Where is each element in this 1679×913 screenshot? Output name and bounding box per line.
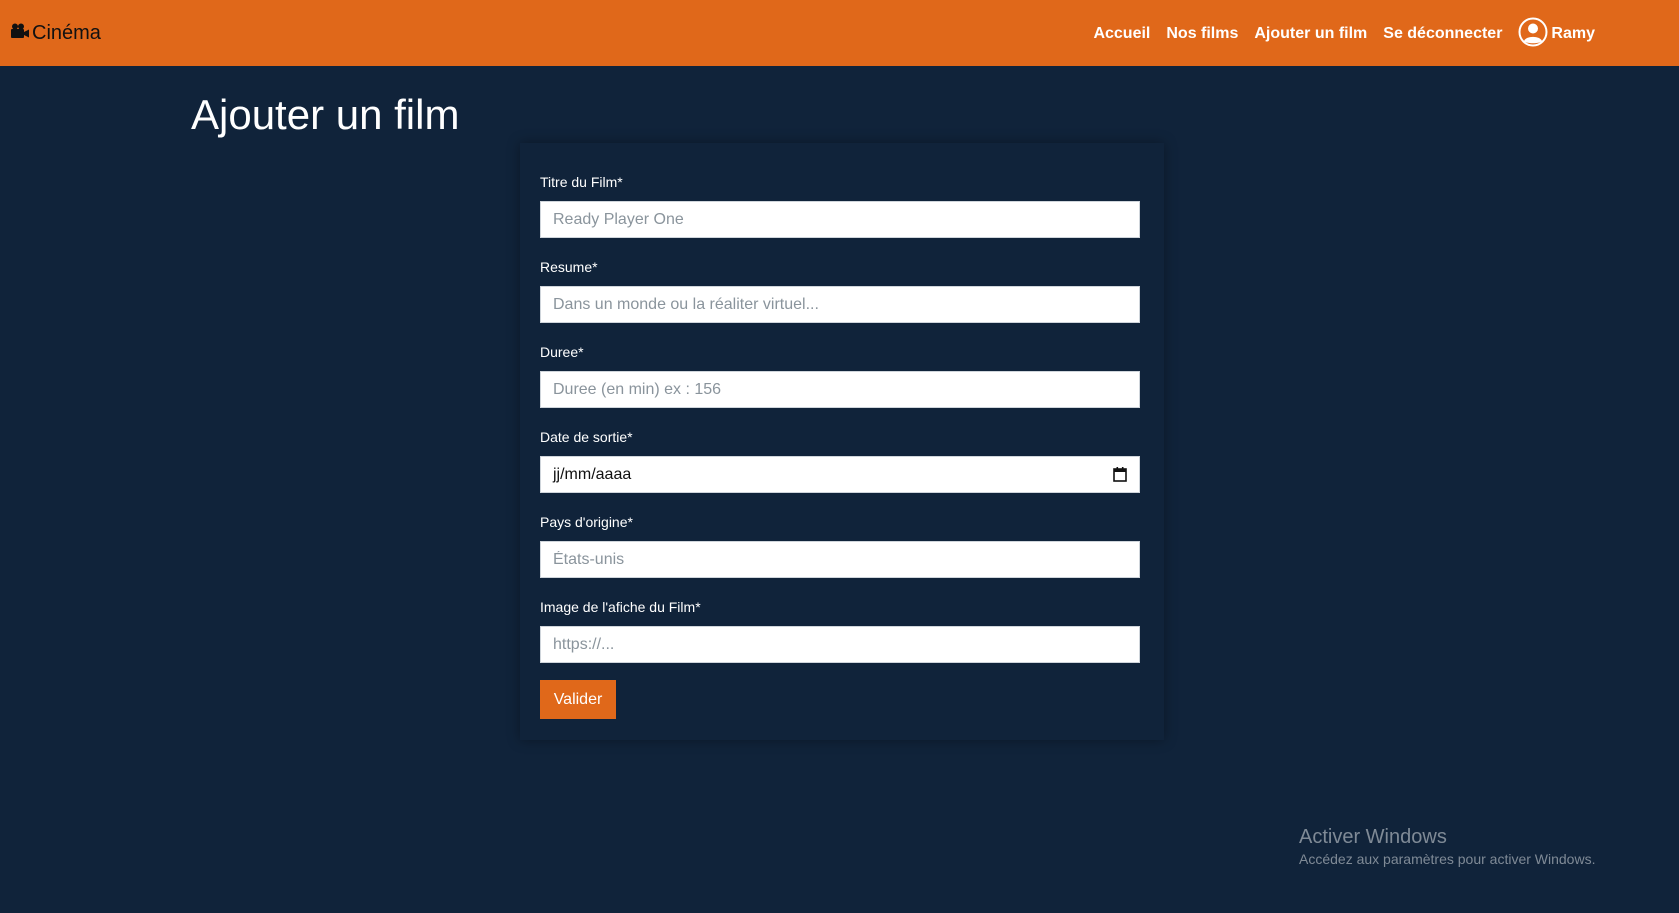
watermark-subtitle: Accédez aux paramètres pour activer Wind… bbox=[1299, 851, 1596, 867]
summary-label: Resume* bbox=[540, 259, 598, 275]
poster-url-label: Image de l'afiche du Film* bbox=[540, 599, 701, 615]
country-input[interactable] bbox=[540, 541, 1140, 578]
nav-link-accueil[interactable]: Accueil bbox=[1093, 25, 1150, 43]
user-name: Ramy bbox=[1551, 25, 1595, 42]
page-title: Ajouter un film bbox=[191, 91, 460, 138]
navbar: Cinéma Accueil Nos films Ajouter un film… bbox=[0, 0, 1679, 66]
watermark-title: Activer Windows bbox=[1299, 826, 1447, 848]
release-date-input[interactable]: jj/mm/aaaa bbox=[540, 456, 1140, 493]
nav-link-nos-films[interactable]: Nos films bbox=[1166, 25, 1238, 43]
submit-button[interactable]: Valider bbox=[540, 680, 616, 719]
poster-url-input[interactable] bbox=[540, 626, 1140, 663]
video-camera-icon bbox=[11, 22, 32, 45]
country-label: Pays d'origine* bbox=[540, 514, 633, 530]
brand-name: Cinéma bbox=[32, 21, 101, 44]
summary-input[interactable] bbox=[540, 286, 1140, 323]
nav-link-se-deconnecter[interactable]: Se déconnecter bbox=[1383, 25, 1502, 43]
nav-links: Accueil Nos films Ajouter un film Se déc… bbox=[1077, 17, 1595, 52]
release-date-placeholder: jj/mm/aaaa bbox=[553, 465, 632, 483]
brand-link[interactable]: Cinéma bbox=[11, 20, 101, 46]
calendar-icon[interactable] bbox=[1113, 467, 1127, 482]
user-circle-icon bbox=[1518, 17, 1548, 52]
duration-input[interactable] bbox=[540, 371, 1140, 408]
add-film-form: Titre du Film* Resume* Duree* Date de so… bbox=[520, 143, 1164, 740]
title-input[interactable] bbox=[540, 201, 1140, 238]
user-menu[interactable]: Ramy bbox=[1518, 17, 1595, 52]
title-label: Titre du Film* bbox=[540, 174, 623, 190]
duration-label: Duree* bbox=[540, 344, 584, 360]
release-date-label: Date de sortie* bbox=[540, 429, 633, 445]
windows-activation-watermark: Activer Windows Accédez aux paramètres p… bbox=[1299, 824, 1595, 868]
nav-link-ajouter-un-film[interactable]: Ajouter un film bbox=[1254, 25, 1367, 43]
